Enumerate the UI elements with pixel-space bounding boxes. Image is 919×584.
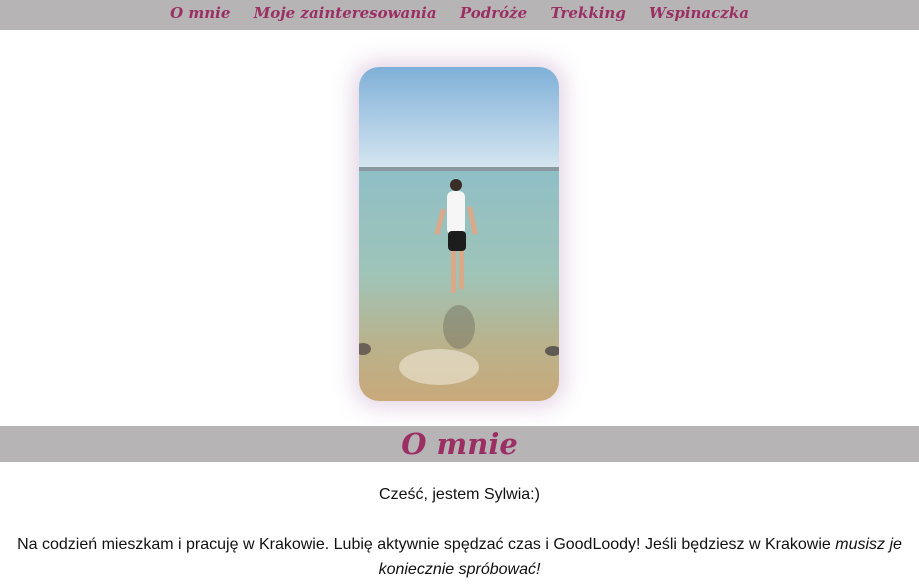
top-navigation: O mnie Moje zainteresowania Podróże Trek… bbox=[0, 0, 919, 30]
bio-paragraph: Na codzień mieszkam i pracuję w Krakowie… bbox=[0, 532, 919, 582]
beach-photo-illustration bbox=[359, 67, 559, 401]
section-title: O mnie bbox=[401, 427, 518, 461]
bio-text: Na codzień mieszkam i pracuję w Krakowie… bbox=[17, 536, 836, 553]
section-header-bar: O mnie bbox=[0, 426, 919, 462]
greeting-text: Cześć, jestem Sylwia:) bbox=[379, 486, 540, 503]
nav-link-wspinaczka[interactable]: Wspinaczka bbox=[649, 4, 749, 22]
nav-link-podroze[interactable]: Podróże bbox=[460, 4, 527, 22]
nav-link-o-mnie[interactable]: O mnie bbox=[170, 4, 230, 22]
nav-link-trekking[interactable]: Trekking bbox=[550, 4, 625, 22]
profile-photo bbox=[359, 67, 559, 401]
nav-link-moje-zainteresowania[interactable]: Moje zainteresowania bbox=[254, 4, 437, 22]
